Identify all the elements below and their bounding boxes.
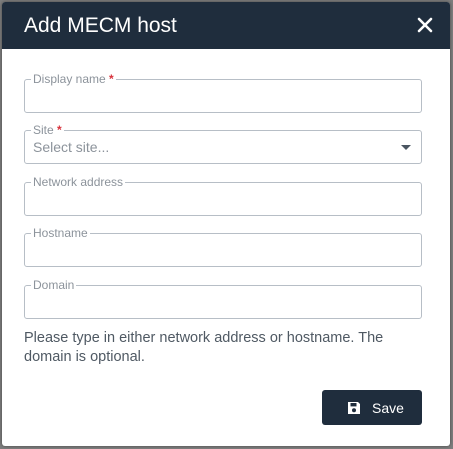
domain-field[interactable]: Domain bbox=[24, 278, 422, 319]
site-placeholder: Select site... bbox=[33, 139, 110, 155]
hostname-field[interactable]: Hostname bbox=[24, 226, 422, 267]
helper-text: Please type in either network address or… bbox=[24, 330, 384, 365]
hostname-label: Hostname bbox=[31, 226, 90, 240]
close-icon[interactable] bbox=[415, 15, 435, 35]
site-select[interactable]: Site * Select site... bbox=[24, 123, 422, 164]
display-name-label: Display name * bbox=[31, 72, 116, 86]
save-button-label: Save bbox=[372, 400, 404, 416]
required-marker: * bbox=[109, 72, 114, 86]
add-mecm-host-dialog: Add MECM host Display name * Site * Sele… bbox=[2, 2, 450, 446]
network-address-label: Network address bbox=[31, 175, 126, 189]
domain-label: Domain bbox=[31, 278, 77, 292]
network-address-field[interactable]: Network address bbox=[24, 175, 422, 216]
save-button[interactable]: Save bbox=[322, 390, 422, 425]
display-name-field[interactable]: Display name * bbox=[24, 72, 422, 113]
dialog-header: Add MECM host bbox=[2, 2, 450, 49]
required-marker: * bbox=[57, 123, 62, 137]
site-label: Site * bbox=[31, 123, 64, 137]
floppy-disk-icon bbox=[348, 402, 360, 414]
chevron-down-icon[interactable] bbox=[401, 145, 411, 150]
dialog-title: Add MECM host bbox=[24, 14, 177, 37]
